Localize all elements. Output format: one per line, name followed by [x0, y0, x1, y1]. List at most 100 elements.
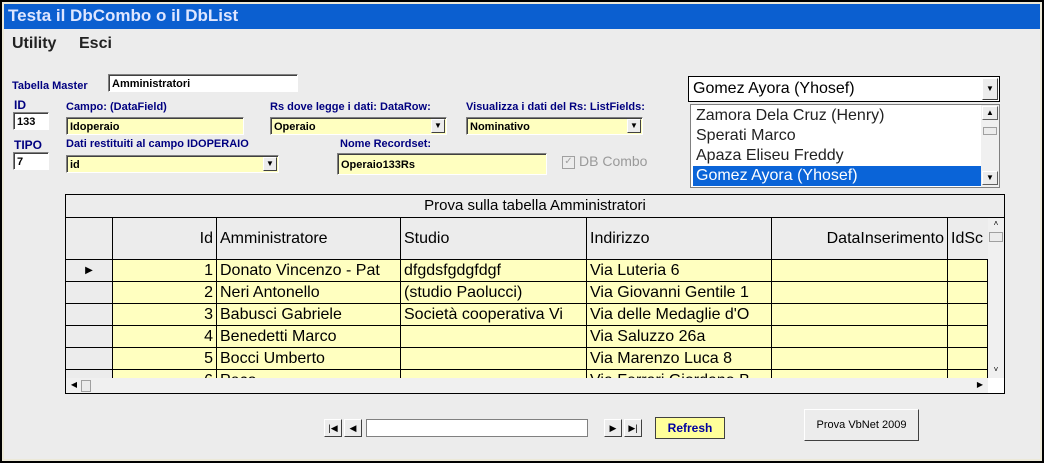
dbcombo-checkbox[interactable]: ✓ DB Combo	[562, 153, 647, 169]
chevron-down-icon[interactable]: ▼	[263, 157, 277, 171]
cell-datainserimento[interactable]	[772, 304, 948, 326]
cell-studio[interactable]: Società cooperativa Vi	[401, 304, 587, 326]
cell-amministratore[interactable]: Donato Vincenzo - Pat	[217, 260, 401, 282]
cell-indirizzo[interactable]: Via Marenzo Luca 8	[587, 348, 772, 370]
scroll-left-icon[interactable]: ◀	[66, 379, 82, 393]
menu-utility[interactable]: Utility	[12, 35, 56, 53]
rs-label: Rs dove legge i dati: DataRow:	[270, 101, 431, 113]
check-icon: ✓	[562, 155, 575, 169]
scroll-down-icon[interactable]: ˅	[988, 364, 1004, 378]
cell-indirizzo[interactable]: Via Giovanni Gentile 1	[587, 282, 772, 304]
visualizza-combo[interactable]: Nominativo ▼	[466, 117, 643, 135]
nav-prev-button[interactable]: ◀	[344, 419, 362, 437]
cell-idsc[interactable]	[948, 326, 988, 348]
title-bar[interactable]: Testa il DbCombo o il DbList	[4, 4, 1040, 29]
list-item[interactable]: Apaza Eliseu Freddy	[693, 146, 982, 166]
nav-first-button[interactable]: |◀	[324, 419, 342, 437]
chevron-down-icon[interactable]: ▼	[431, 119, 445, 133]
main-window: Testa il DbCombo o il DbList Utility Esc…	[0, 0, 1044, 463]
scroll-up-icon[interactable]: ▲	[982, 106, 998, 120]
scroll-up-icon[interactable]: ˄	[988, 218, 1004, 232]
rs-combo-value: Operaio	[274, 121, 316, 133]
nav-next-button[interactable]: ▶	[604, 419, 622, 437]
cell-amministratore[interactable]: Neri Antonello	[217, 282, 401, 304]
row-selector[interactable]	[66, 326, 113, 348]
column-header-studio[interactable]: Studio	[401, 218, 587, 260]
id-input[interactable]: 133	[13, 112, 49, 130]
cell-datainserimento[interactable]	[772, 260, 948, 282]
nome-recordset-label: Nome Recordset:	[340, 138, 432, 150]
tipo-input[interactable]: 7	[13, 152, 49, 170]
cell-datainserimento[interactable]	[772, 326, 948, 348]
data-grid[interactable]: Prova sulla tabella Amministratori Id Am…	[65, 194, 1005, 394]
column-header-amministratore[interactable]: Amministratore	[217, 218, 401, 260]
menu-esci[interactable]: Esci	[79, 35, 112, 53]
cell-id[interactable]: 2	[113, 282, 217, 304]
nav-caption	[366, 419, 588, 437]
column-header-datainserimento[interactable]: DataInserimento	[772, 218, 948, 260]
cell-datainserimento[interactable]	[772, 282, 948, 304]
cell-id[interactable]: 5	[113, 348, 217, 370]
list-item[interactable]: Sperati Marco	[693, 126, 982, 146]
cell-studio[interactable]	[401, 348, 587, 370]
campo-label: Campo: (DataField)	[66, 101, 167, 113]
window-title: Testa il DbCombo o il DbList	[8, 6, 239, 25]
grid-caption: Prova sulla tabella Amministratori	[66, 195, 1004, 218]
column-header-idsc[interactable]: IdSc	[948, 218, 988, 260]
scroll-down-icon[interactable]: ▼	[982, 171, 998, 185]
visualizza-label: Visualizza i dati del Rs: ListFields:	[466, 101, 645, 113]
column-header-indirizzo[interactable]: Indirizzo	[587, 218, 772, 260]
cell-amministratore[interactable]: Benedetti Marco	[217, 326, 401, 348]
cell-datainserimento[interactable]	[772, 348, 948, 370]
column-header-id[interactable]: Id	[113, 218, 217, 260]
chevron-down-icon[interactable]: ▼	[627, 119, 641, 133]
cell-amministratore[interactable]: Bocci Umberto	[217, 348, 401, 370]
scroll-right-icon[interactable]: ▶	[972, 379, 988, 393]
grid-horizontal-scrollbar[interactable]: ◀ ▶	[66, 378, 988, 393]
nome-recordset-input[interactable]: Operaio133Rs	[337, 153, 547, 175]
cell-idsc[interactable]	[948, 282, 988, 304]
prova-vbnet-button[interactable]: Prova VbNet 2009	[804, 409, 919, 441]
row-selector[interactable]	[66, 304, 113, 326]
list-item[interactable]: Zamora Dela Cruz (Henry)	[693, 106, 982, 126]
campo-input[interactable]: Idoperaio	[66, 117, 244, 135]
rs-combo[interactable]: Operaio ▼	[270, 117, 447, 135]
scroll-thumb[interactable]	[81, 380, 91, 392]
cell-studio[interactable]	[401, 326, 587, 348]
row-selector[interactable]	[66, 348, 113, 370]
cell-studio[interactable]: dfgdsfgdgfdgf	[401, 260, 587, 282]
grid-vertical-scrollbar[interactable]: ˄ ˅	[988, 218, 1004, 378]
cell-idsc[interactable]	[948, 348, 988, 370]
cell-id[interactable]: 4	[113, 326, 217, 348]
scroll-thumb[interactable]	[989, 232, 1003, 242]
nav-last-button[interactable]: ▶|	[624, 419, 642, 437]
dati-combo[interactable]: id ▼	[66, 155, 279, 173]
dbcombo-value: Gomez Ayora (Yhosef)	[693, 80, 855, 97]
id-label: ID	[14, 98, 26, 112]
cell-indirizzo[interactable]: Via Luteria 6	[587, 260, 772, 282]
chevron-down-icon[interactable]: ▼	[982, 78, 998, 100]
dblist-scrollbar[interactable]: ▲ ▼	[981, 105, 999, 187]
cell-id[interactable]: 1	[113, 260, 217, 282]
dbcombo[interactable]: Gomez Ayora (Yhosef) ▼	[688, 76, 1000, 102]
window-client: Testa il DbCombo o il DbList Utility Esc…	[4, 4, 1040, 459]
tipo-label: TIPO	[14, 138, 43, 152]
dblist[interactable]: Zamora Dela Cruz (Henry) Sperati Marco A…	[690, 104, 1000, 188]
cell-amministratore[interactable]: Babusci Gabriele	[217, 304, 401, 326]
cell-indirizzo[interactable]: Via delle Medaglie d'O	[587, 304, 772, 326]
dati-label: Dati restituiti al campo IDOPERAIO	[66, 138, 249, 150]
tabella-master-input[interactable]: Amministratori	[108, 74, 298, 92]
list-item-selected[interactable]: Gomez Ayora (Yhosef)	[693, 166, 982, 186]
cell-indirizzo[interactable]: Via Saluzzo 26a	[587, 326, 772, 348]
cell-idsc[interactable]	[948, 304, 988, 326]
row-selector[interactable]	[66, 282, 113, 304]
grid-corner-header	[66, 218, 113, 260]
cell-id[interactable]: 3	[113, 304, 217, 326]
cell-studio[interactable]: (studio Paolucci)	[401, 282, 587, 304]
tabella-master-label: Tabella Master	[12, 80, 88, 92]
dati-combo-value: id	[70, 159, 80, 171]
scroll-thumb[interactable]	[983, 127, 997, 135]
cell-idsc[interactable]	[948, 260, 988, 282]
refresh-button[interactable]: Refresh	[655, 417, 725, 439]
row-selector[interactable]: ▶	[66, 260, 113, 282]
